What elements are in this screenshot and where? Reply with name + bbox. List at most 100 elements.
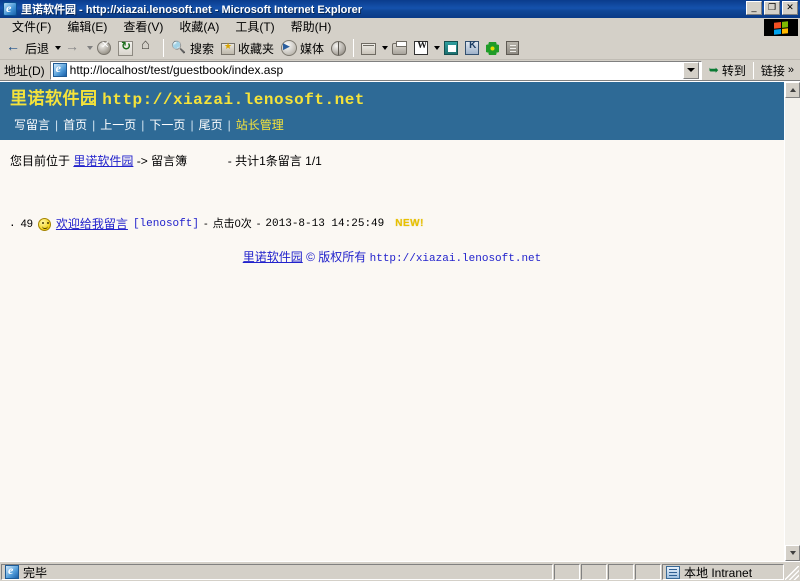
address-url-text: http://localhost/test/guestbook/index.as… — [69, 63, 284, 77]
minimize-button[interactable]: _ — [746, 1, 762, 15]
windows-logo-icon — [764, 19, 798, 36]
favorites-star-icon — [221, 41, 236, 55]
status-bar: 完毕 本地 Intranet — [0, 561, 800, 581]
smiley-icon — [37, 217, 51, 231]
restore-button[interactable]: ❐ — [764, 1, 780, 15]
browser-toolbar: 后退 搜索 收藏夹 媒体 — [0, 36, 800, 60]
back-dropdown-icon[interactable] — [55, 46, 62, 50]
refresh-icon — [118, 39, 134, 56]
toolbar-separator — [163, 39, 165, 57]
status-message-panel: 完毕 — [1, 563, 553, 580]
media-button[interactable]: 媒体 — [278, 38, 327, 58]
address-input[interactable]: http://localhost/test/guestbook/index.as… — [49, 60, 702, 80]
menu-item-edit[interactable]: 编辑(E) — [59, 19, 115, 36]
footer-copyright: © 版权所有 — [306, 250, 367, 264]
gray-document-icon — [506, 41, 520, 55]
page-viewport: 里诺软件园 http://xiazai.lenosoft.net 写留言 | 首… — [0, 81, 800, 561]
guestbook-entry-list: · 49 欢迎给我留言 [lenosoft] - 点击0次 - 2013-8-1… — [0, 216, 784, 232]
address-dropdown-button[interactable] — [682, 61, 699, 79]
scrollbar-track[interactable] — [785, 98, 800, 545]
stop-button[interactable] — [94, 38, 114, 58]
back-button[interactable]: 后退 — [3, 38, 52, 58]
arrow-left-icon — [6, 38, 22, 56]
edit-dropdown-icon[interactable] — [434, 46, 441, 50]
media-play-icon — [281, 40, 298, 56]
window-titlebar: 里诺软件园 - http://xiazai.lenosoft.net - Mic… — [0, 0, 800, 18]
forward-button[interactable] — [62, 38, 84, 58]
address-label: 地址(D) — [4, 63, 45, 78]
menu-item-view[interactable]: 查看(V) — [115, 19, 171, 36]
menu-item-tools[interactable]: 工具(T) — [227, 19, 282, 36]
address-separator — [752, 61, 754, 79]
window-resize-grip[interactable] — [785, 566, 799, 580]
breadcrumb-site-link[interactable]: 里诺软件园 — [73, 154, 133, 168]
links-button-label: 链接 — [760, 63, 785, 78]
favorites-button[interactable]: 收藏夹 — [218, 38, 277, 58]
site-navigation: 写留言 | 首页 | 上一页 | 下一页 | 尾页 | 站长管理 — [10, 116, 774, 133]
security-zone-panel[interactable]: 本地 Intranet — [662, 564, 784, 580]
site-footer: 里诺软件园 © 版权所有 http://xiazai.lenosoft.net — [0, 248, 784, 265]
history-button[interactable] — [328, 38, 349, 58]
entry-datetime: 2013-8-13 14:25:49 — [265, 218, 385, 230]
toolbar-separator-2 — [353, 39, 355, 57]
mail-icon — [361, 43, 377, 55]
back-button-label: 后退 — [25, 41, 50, 56]
messenger-button[interactable] — [462, 38, 482, 58]
plugin-button[interactable] — [483, 38, 502, 58]
entry-title-link[interactable]: 欢迎给我留言 — [56, 216, 128, 232]
go-button-label: 转到 — [721, 63, 746, 78]
site-title: 里诺软件园 http://xiazai.lenosoft.net — [10, 88, 774, 111]
intranet-zone-icon — [666, 565, 680, 579]
site-title-url: http://xiazai.lenosoft.net — [102, 91, 365, 109]
stop-icon — [97, 40, 112, 55]
history-globe-icon — [331, 40, 347, 56]
footer-site-link[interactable]: 里诺软件园 — [243, 250, 303, 264]
discuss-button[interactable] — [441, 38, 461, 58]
nav-next-page[interactable]: 下一页 — [145, 116, 189, 133]
footer-url: http://xiazai.lenosoft.net — [369, 253, 542, 265]
breadcrumb-arrow: -> — [136, 154, 148, 168]
vertical-scrollbar[interactable] — [784, 82, 800, 561]
search-button[interactable]: 搜索 — [168, 38, 217, 58]
search-button-label: 搜索 — [190, 41, 215, 56]
nav-last-page[interactable]: 尾页 — [195, 116, 227, 133]
go-button[interactable]: ➥ 转到 — [705, 61, 750, 80]
nav-home[interactable]: 首页 — [59, 116, 91, 133]
edit-with-word-button[interactable] — [411, 38, 431, 58]
menu-item-help[interactable]: 帮助(H) — [283, 19, 340, 36]
media-button-label: 媒体 — [300, 41, 325, 56]
links-button[interactable]: 链接 » — [757, 61, 798, 80]
menu-bar: 文件(F) 编辑(E) 查看(V) 收藏(A) 工具(T) 帮助(H) — [0, 18, 800, 37]
internet-explorer-icon — [3, 1, 17, 16]
nav-write-message[interactable]: 写留言 — [10, 116, 54, 133]
flower-plugin-icon — [486, 42, 500, 55]
address-bar: 地址(D) http://localhost/test/guestbook/in… — [0, 60, 800, 81]
window-controls: _ ❐ ✕ — [746, 1, 798, 15]
extra-button[interactable] — [503, 38, 522, 58]
close-button[interactable]: ✕ — [782, 1, 798, 15]
messenger-k-icon — [465, 40, 480, 55]
home-icon — [140, 36, 156, 56]
nav-prev-page[interactable]: 上一页 — [96, 116, 140, 133]
mail-button[interactable] — [358, 38, 379, 58]
forward-dropdown-icon[interactable] — [87, 46, 94, 50]
breadcrumb-prefix: 您目前位于 — [10, 154, 71, 168]
status-text: 完毕 — [23, 565, 48, 580]
arrow-right-icon — [65, 38, 81, 56]
discuss-icon — [444, 41, 459, 55]
entry-author: [lenosoft] — [132, 218, 199, 230]
web-page-content: 里诺软件园 http://xiazai.lenosoft.net 写留言 | 首… — [0, 82, 784, 561]
nav-admin[interactable]: 站长管理 — [232, 116, 288, 133]
menu-item-file[interactable]: 文件(F) — [4, 19, 59, 36]
word-document-icon — [414, 40, 429, 55]
search-icon — [171, 40, 187, 56]
breadcrumb: 您目前位于 里诺软件园 -> 留言簿 - 共计1条留言 1/1 — [0, 140, 784, 169]
mail-dropdown-icon[interactable] — [382, 46, 389, 50]
refresh-button[interactable] — [115, 38, 136, 58]
print-button[interactable] — [389, 38, 410, 58]
favorites-button-label: 收藏夹 — [238, 41, 275, 56]
menu-item-favorites[interactable]: 收藏(A) — [171, 19, 227, 36]
home-button[interactable] — [137, 36, 159, 58]
scroll-up-button[interactable] — [785, 82, 800, 98]
scroll-down-button[interactable] — [785, 545, 800, 561]
